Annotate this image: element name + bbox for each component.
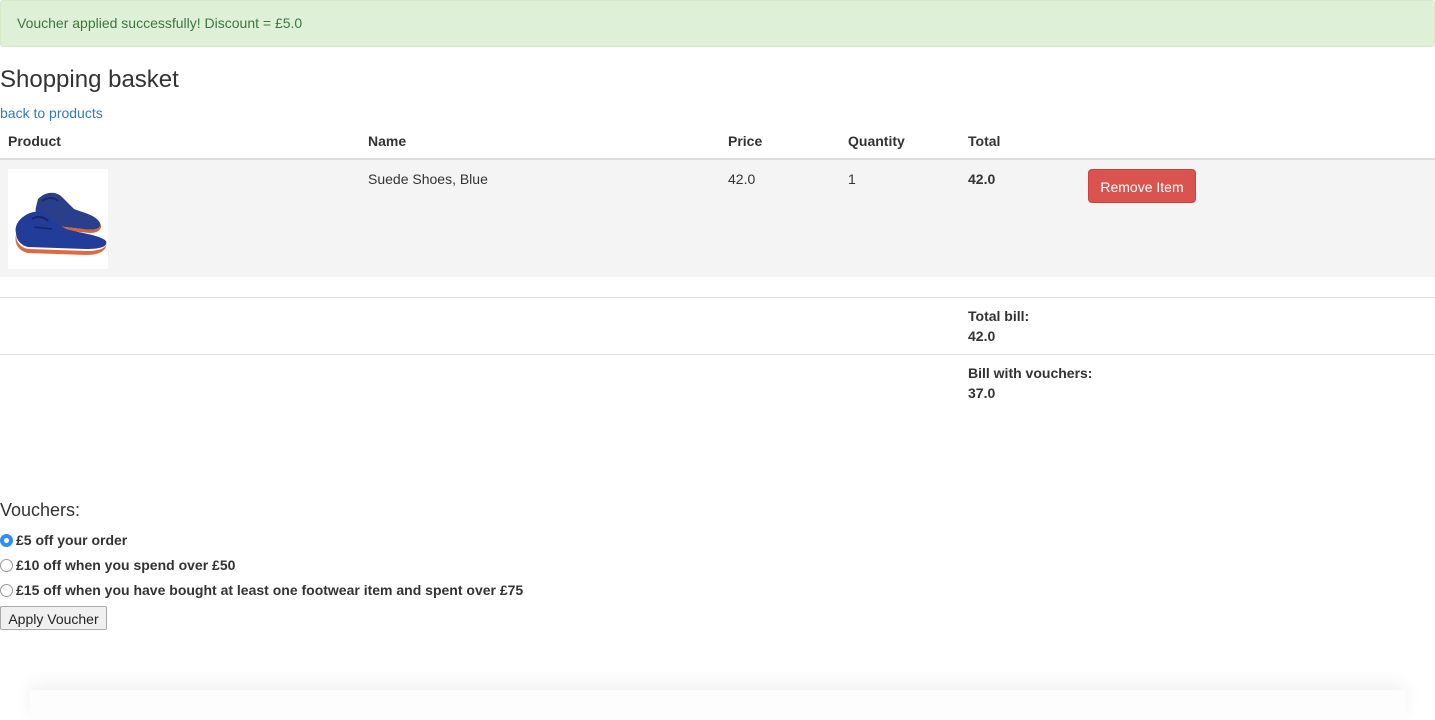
product-total: 42.0 (968, 171, 996, 187)
success-alert: Voucher applied successfully! Discount =… (0, 0, 1435, 47)
radio-button[interactable] (0, 558, 13, 572)
bill-with-vouchers-value: 37.0 (968, 385, 996, 401)
voucher-label: £5 off your order (16, 532, 128, 548)
apply-voucher-button[interactable]: Apply Voucher (0, 606, 107, 630)
summary-divider-top (0, 297, 1435, 298)
remove-item-button[interactable]: Remove Item (1088, 169, 1196, 203)
blue-suede-shoes-icon (15, 192, 107, 255)
product-image (8, 169, 108, 269)
bill-with-vouchers-label: Bill with vouchers: (968, 365, 1093, 381)
radio-button[interactable] (0, 583, 13, 597)
voucher-label: £15 off when you have bought at least on… (16, 582, 524, 598)
voucher-option-5-off[interactable]: £5 off your order (0, 531, 127, 549)
column-header-quantity: Quantity (848, 133, 905, 149)
column-header-name: Name (368, 133, 407, 149)
summary-divider-middle (0, 354, 1435, 355)
product-name: Suede Shoes, Blue (368, 171, 488, 187)
voucher-label: £10 off when you spend over £50 (16, 557, 236, 573)
product-price: 42.0 (728, 171, 756, 187)
total-bill-label: Total bill: (968, 308, 1030, 324)
product-quantity: 1 (848, 171, 856, 187)
alert-message: Voucher applied successfully! Discount =… (17, 15, 303, 31)
voucher-option-10-off[interactable]: £10 off when you spend over £50 (0, 556, 235, 574)
page-bottom-shadow (30, 690, 1405, 720)
column-header-total: Total (968, 133, 1001, 149)
vouchers-heading: Vouchers: (0, 500, 81, 520)
back-to-products-link[interactable]: back to products (0, 104, 103, 122)
table-row (0, 160, 1435, 277)
total-bill-value: 42.0 (968, 328, 996, 344)
column-header-price: Price (728, 133, 763, 149)
column-header-product: Product (8, 133, 61, 149)
voucher-option-15-off[interactable]: £15 off when you have bought at least on… (0, 581, 523, 599)
radio-button-checked[interactable] (0, 533, 13, 547)
page-title: Shopping basket (0, 66, 179, 93)
